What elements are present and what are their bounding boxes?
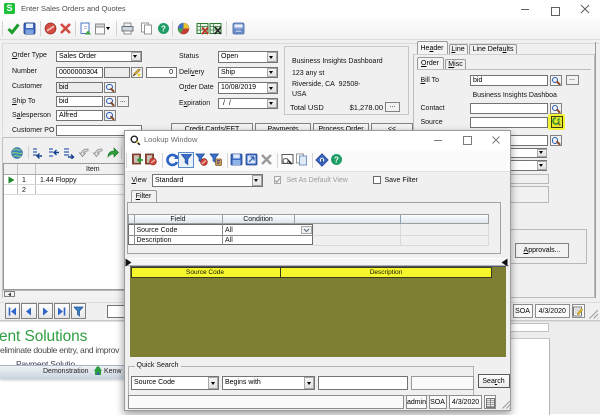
svg-text:?: ? (161, 24, 166, 33)
svg-text:?: ? (334, 155, 339, 164)
